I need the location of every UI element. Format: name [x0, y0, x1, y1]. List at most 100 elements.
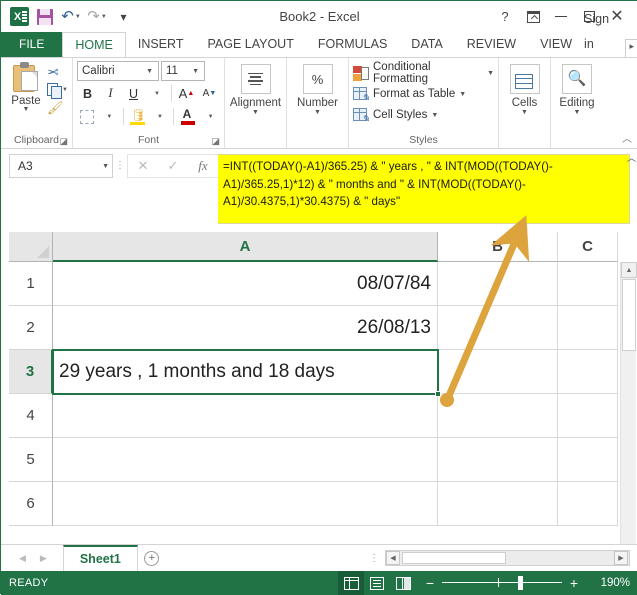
cell-b1[interactable]: [438, 262, 558, 306]
view-normal-button[interactable]: [338, 571, 364, 595]
chevron-down-icon[interactable]: ▼: [487, 70, 494, 77]
clipboard-dialog-launcher-icon[interactable]: ◪: [59, 135, 68, 148]
copy-dropdown-icon[interactable]: ▼: [62, 87, 68, 93]
insert-function-icon[interactable]: fx: [188, 155, 218, 177]
font-color-dropdown-icon[interactable]: ▼: [200, 106, 220, 127]
select-all-button[interactable]: [9, 232, 53, 262]
cell-a2[interactable]: 26/08/13: [53, 306, 438, 350]
scroll-right-icon[interactable]: ▶: [614, 551, 628, 565]
format-painter-button[interactable]: 🖌: [47, 99, 68, 116]
tab-review[interactable]: REVIEW: [455, 32, 528, 57]
expand-formula-bar-icon[interactable]: ︿: [627, 151, 636, 164]
add-sheet-button[interactable]: +: [138, 550, 166, 566]
tab-insert[interactable]: INSERT: [126, 32, 196, 57]
cell-b6[interactable]: [438, 482, 558, 526]
number-dropdown-icon[interactable]: ▼: [314, 109, 321, 117]
copy-button[interactable]: ▼: [47, 81, 68, 99]
ribbon-display-options-icon[interactable]: [520, 6, 546, 28]
paste-button[interactable]: Paste ▼: [5, 61, 47, 134]
horizontal-scroll-thumb[interactable]: [402, 552, 506, 564]
cell-c3[interactable]: [558, 350, 618, 394]
italic-button[interactable]: I: [100, 83, 121, 104]
minimize-icon[interactable]: [548, 6, 574, 28]
fill-color-button[interactable]: 🛢: [128, 106, 148, 127]
zoom-in-button[interactable]: +: [568, 576, 580, 590]
tab-file[interactable]: FILE: [1, 32, 63, 57]
row-header-2[interactable]: 2: [9, 306, 53, 350]
horizontal-scrollbar[interactable]: ◀ ▶: [385, 550, 630, 566]
font-family-combo[interactable]: Calibri ▼: [77, 61, 159, 81]
conditional-formatting-button[interactable]: Conditional Formatting ▼: [353, 61, 494, 85]
tab-data[interactable]: DATA: [399, 32, 454, 57]
cell-c5[interactable]: [558, 438, 618, 482]
collapse-ribbon-icon[interactable]: ︿: [622, 130, 632, 145]
undo-icon[interactable]: ↶ ▼: [59, 6, 83, 28]
bold-button[interactable]: B: [77, 83, 98, 104]
underline-dropdown-icon[interactable]: ▼: [146, 83, 167, 104]
cancel-formula-icon[interactable]: ✕: [128, 155, 158, 177]
view-page-layout-button[interactable]: [364, 571, 390, 595]
tab-home[interactable]: HOME: [62, 32, 126, 57]
cell-c6[interactable]: [558, 482, 618, 526]
ribbon-group-editing[interactable]: 🔍 Editing ▼: [551, 58, 603, 149]
font-size-combo[interactable]: 11 ▼: [161, 61, 205, 81]
underline-button[interactable]: U: [123, 83, 144, 104]
view-page-break-button[interactable]: [390, 571, 416, 595]
font-dialog-launcher-icon[interactable]: ◪: [211, 135, 220, 148]
row-header-6[interactable]: 6: [9, 482, 53, 526]
sheet-tab-sheet1[interactable]: Sheet1: [62, 545, 138, 571]
chevron-down-icon[interactable]: ▼: [143, 68, 156, 75]
row-header-1[interactable]: 1: [9, 262, 53, 306]
tab-view[interactable]: VIEW: [528, 32, 584, 57]
ribbon-group-alignment[interactable]: Alignment ▼: [225, 58, 287, 149]
cell-b2[interactable]: [438, 306, 558, 350]
format-as-table-button[interactable]: ✎ Format as Table ▼: [353, 84, 494, 104]
decrease-font-size-button[interactable]: A ▼: [199, 83, 220, 104]
name-box[interactable]: A3 ▼: [9, 154, 113, 178]
enter-formula-icon[interactable]: ✓: [158, 155, 188, 177]
sign-in-link[interactable]: Sign in: [584, 7, 625, 57]
borders-dropdown-icon[interactable]: ▼: [99, 106, 119, 127]
fill-color-dropdown-icon[interactable]: ▼: [149, 106, 169, 127]
tab-formulas[interactable]: FORMULAS: [306, 32, 399, 57]
column-header-a[interactable]: A: [53, 232, 438, 262]
cell-a6[interactable]: [53, 482, 438, 526]
cell-c4[interactable]: [558, 394, 618, 438]
ribbon-group-cells[interactable]: ↔ Cells ▼: [499, 58, 551, 149]
cells-dropdown-icon[interactable]: ▼: [521, 109, 528, 117]
scroll-up-icon[interactable]: ▲: [621, 262, 637, 278]
chevron-down-icon[interactable]: ▼: [102, 163, 109, 170]
tab-page-layout[interactable]: PAGE LAYOUT: [195, 32, 305, 57]
fill-handle[interactable]: [435, 391, 441, 397]
signin-chevron-icon[interactable]: ▸: [625, 39, 637, 57]
formula-input[interactable]: =INT((TODAY()-A1)/365.25) & " years , " …: [218, 154, 630, 224]
save-icon[interactable]: [33, 6, 57, 28]
row-header-3[interactable]: 3: [9, 350, 53, 394]
paste-dropdown-icon[interactable]: ▼: [23, 106, 30, 113]
cut-button[interactable]: ✂: [47, 63, 68, 80]
redo-icon[interactable]: ↷ ▼: [85, 6, 109, 28]
alignment-dropdown-icon[interactable]: ▼: [252, 109, 259, 117]
row-header-4[interactable]: 4: [9, 394, 53, 438]
row-header-5[interactable]: 5: [9, 438, 53, 482]
chevron-down-icon[interactable]: ▼: [431, 112, 438, 119]
cell-a3[interactable]: 29 years , 1 months and 18 days: [53, 350, 438, 394]
cell-a5[interactable]: [53, 438, 438, 482]
cell-styles-button[interactable]: ✎ Cell Styles ▼: [353, 105, 494, 125]
ribbon-group-number[interactable]: % Number ▼: [287, 58, 349, 149]
help-icon[interactable]: ?: [492, 6, 518, 28]
borders-button[interactable]: [77, 106, 97, 127]
sheet-prev-icon[interactable]: ◀: [19, 553, 26, 564]
zoom-slider[interactable]: [442, 576, 562, 590]
vertical-scroll-thumb[interactable]: [622, 279, 636, 351]
column-header-c[interactable]: C: [558, 232, 618, 262]
editing-dropdown-icon[interactable]: ▼: [574, 109, 581, 117]
vertical-scrollbar[interactable]: ▲: [620, 262, 637, 544]
customize-qat-icon[interactable]: ▾: [111, 6, 135, 28]
zoom-level-label[interactable]: 190%: [592, 577, 630, 589]
font-color-button[interactable]: A: [178, 106, 198, 127]
sheet-bar-splitter[interactable]: ⋮: [369, 553, 385, 564]
increase-font-size-button[interactable]: A ▲: [176, 83, 197, 104]
cell-b3[interactable]: [438, 350, 558, 394]
formula-bar-splitter[interactable]: ⋮: [113, 154, 127, 178]
